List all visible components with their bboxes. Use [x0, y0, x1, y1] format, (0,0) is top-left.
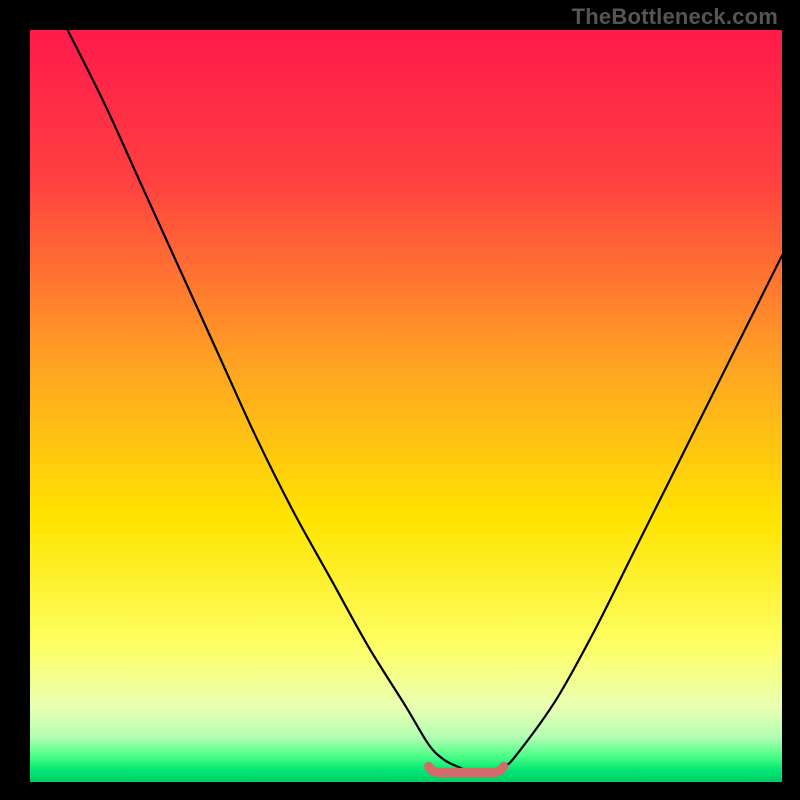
outer-frame: TheBottleneck.com [0, 0, 800, 800]
watermark-text: TheBottleneck.com [572, 4, 778, 30]
gradient-background [30, 30, 782, 782]
chart-svg [30, 30, 782, 782]
plot-area [30, 30, 782, 782]
